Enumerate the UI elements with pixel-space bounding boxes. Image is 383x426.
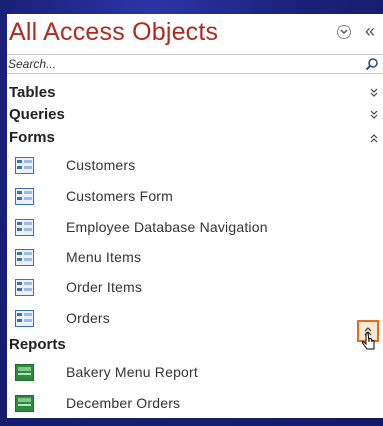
list-item-report[interactable]: December Orders: [15, 389, 375, 418]
search-input[interactable]: [8, 56, 338, 72]
chevron-down-circle-icon[interactable]: [337, 25, 351, 39]
form-icon: [15, 310, 34, 327]
form-icon: [15, 249, 34, 266]
list-item-label: December Orders: [66, 395, 181, 411]
group-header-reports[interactable]: Reports: [9, 334, 379, 356]
pane-header: All Access Objects «: [7, 14, 383, 52]
list-item-label: Employee Database Navigation: [66, 219, 268, 235]
report-icon: [15, 364, 34, 381]
group-header-queries[interactable]: Queries: [9, 104, 379, 126]
collapse-pane-button[interactable]: «: [365, 20, 375, 42]
list-item-form[interactable]: Menu Items: [15, 243, 375, 273]
form-icon: [15, 188, 34, 205]
form-icon: [15, 219, 34, 236]
list-item-label: Customers: [66, 157, 136, 173]
search-bar: [7, 54, 383, 74]
group-label: Forms: [9, 129, 55, 146]
group-header-tables[interactable]: Tables: [9, 82, 379, 104]
navigation-pane: All Access Objects « Tables Queries Form…: [7, 14, 383, 418]
list-item-label: Orders: [66, 310, 110, 326]
list-item-label: Customers Form: [66, 188, 174, 204]
list-item-form[interactable]: Orders: [15, 304, 375, 334]
double-chevron-up-icon[interactable]: [369, 132, 379, 144]
mouse-cursor-icon: [362, 332, 375, 350]
double-chevron-down-icon[interactable]: [369, 109, 379, 121]
report-icon: [15, 395, 34, 412]
list-item-form[interactable]: Customers Form: [15, 182, 375, 212]
group-label: Reports: [9, 336, 66, 353]
list-item-label: Bakery Menu Report: [66, 364, 198, 380]
list-item-label: Order Items: [66, 279, 143, 295]
group-label: Tables: [9, 84, 56, 101]
group-header-forms[interactable]: Forms: [9, 127, 379, 149]
list-item-form[interactable]: Order Items: [15, 273, 375, 303]
list-item-form[interactable]: Employee Database Navigation: [15, 213, 375, 243]
double-chevron-down-icon[interactable]: [369, 87, 379, 99]
list-item-label: Menu Items: [66, 249, 142, 265]
pane-title[interactable]: All Access Objects: [9, 18, 218, 47]
form-icon: [15, 279, 34, 296]
group-label: Queries: [9, 106, 65, 123]
search-icon[interactable]: [365, 57, 379, 71]
form-icon: [15, 157, 34, 174]
list-item-report[interactable]: Bakery Menu Report: [15, 358, 375, 388]
list-item-form[interactable]: Customers: [15, 151, 375, 181]
